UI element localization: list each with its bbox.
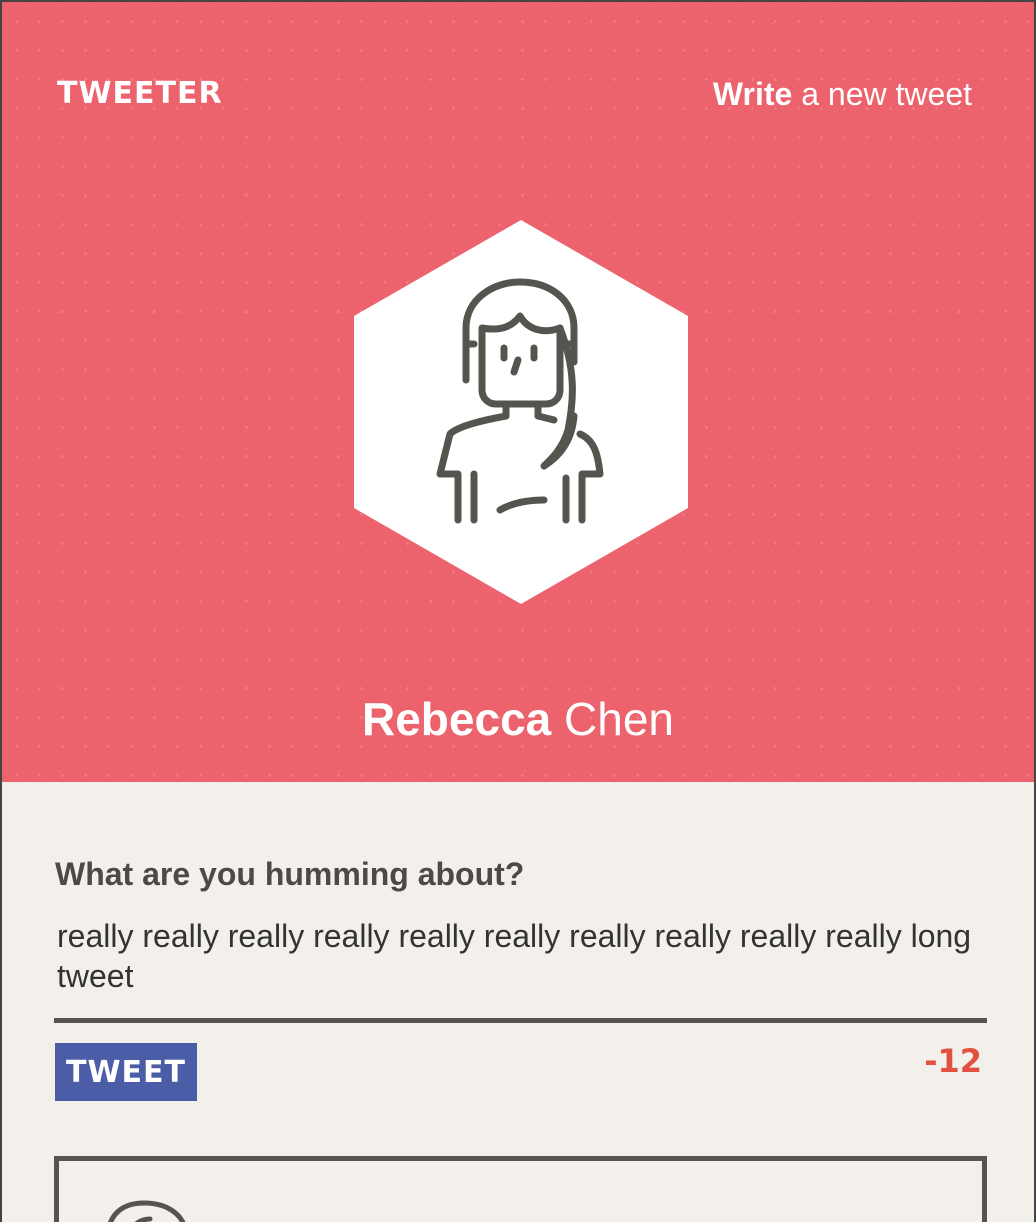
write-link-rest: a new tweet	[792, 76, 972, 112]
tweet-textarea[interactable]: really really really really really reall…	[57, 916, 987, 1000]
first-name: Rebecca	[362, 693, 552, 745]
last-name: Chen	[564, 693, 674, 745]
profile-name: Rebecca Chen	[2, 692, 1034, 746]
character-counter: -12	[924, 1042, 982, 1080]
composer-divider	[54, 1018, 987, 1023]
write-new-tweet-link[interactable]: Write a new tweet	[713, 76, 972, 113]
avatar-icon	[108, 1200, 186, 1222]
brand-logo[interactable]: TWEETER	[57, 76, 223, 111]
tweet-card	[54, 1156, 987, 1222]
profile-header: TWEETER Write a new tweet Rebecca Chen	[2, 2, 1034, 782]
write-link-strong: Write	[712, 76, 793, 112]
composer-label: What are you humming about?	[55, 856, 525, 892]
woman-avatar-icon	[354, 220, 688, 604]
tweet-button[interactable]: TWEET	[55, 1043, 197, 1101]
